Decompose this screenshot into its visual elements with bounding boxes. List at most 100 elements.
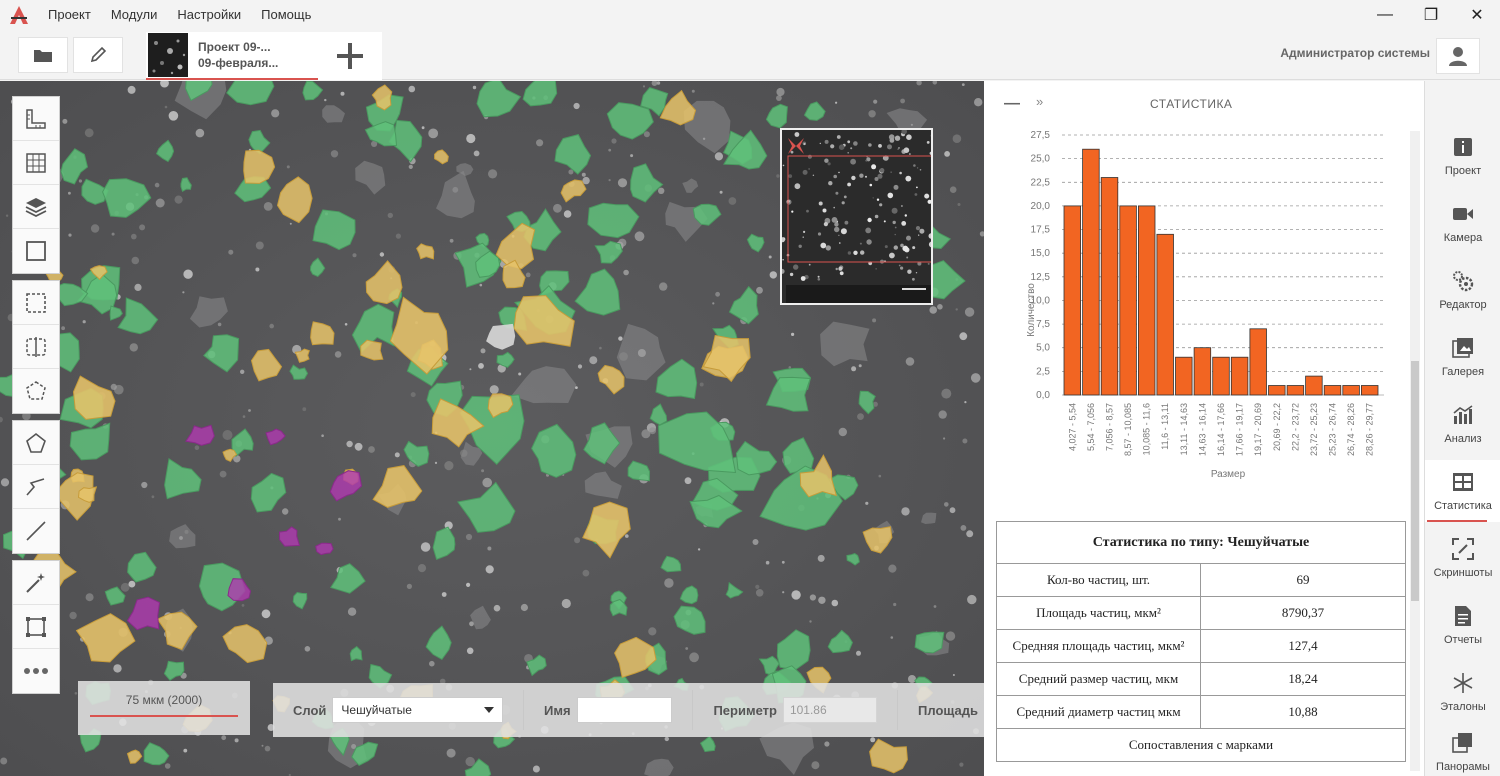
line-tool-button[interactable] (13, 509, 59, 553)
menu-bar: Проект Модули Настройки Помощь — ❐ ✕ (0, 0, 1500, 30)
statistics-header: — » СТАТИСТИКА (984, 81, 1424, 121)
chart-x-tick-label: 17,66 - 19,17 (1235, 403, 1245, 456)
chart-y-tick-label: 12,5 (1031, 272, 1051, 283)
particle-properties-bar: Слой Чешуйчатые Имя Периметр 101.86 Площ… (273, 683, 984, 737)
standards-asterisk-icon (1453, 673, 1473, 693)
pentagon-tool-button[interactable] (13, 421, 59, 465)
nav-label: Статистика (1434, 500, 1492, 512)
magic-wand-tool-button[interactable] (13, 561, 59, 605)
dashed-rect-select-icon (26, 292, 46, 313)
polygon-select-tool-button[interactable] (13, 369, 59, 413)
perimeter-field: 101.86 (782, 697, 878, 723)
folder-icon (34, 50, 52, 62)
project-tab-title: Проект 09-... (198, 40, 271, 54)
table-row: Средняя площадь частиц, мкм² 127,4 (996, 629, 1406, 663)
chart-bar (1342, 385, 1360, 396)
table-row: Средний диаметр частиц мкм 10,88 (996, 695, 1406, 729)
ruler-tool-button[interactable] (13, 97, 59, 141)
split-select-tool-button[interactable] (13, 325, 59, 369)
menu-modules[interactable]: Модули (101, 0, 168, 30)
add-project-button[interactable] (318, 32, 382, 80)
statistics-table: Статистика по типу: Чешуйчатые Кол-во ча… (996, 521, 1406, 762)
chart-bar (1193, 347, 1212, 396)
name-input[interactable] (576, 697, 673, 723)
nav-label: Эталоны (1440, 701, 1486, 713)
chart-x-tick-label: 13,11 - 14,63 (1179, 403, 1189, 455)
chart-x-tick-label: 26,74 - 28,26 (1346, 403, 1356, 456)
table-cell-value: 10,88 (1200, 695, 1406, 729)
statistics-scrollbar-thumb[interactable] (1411, 361, 1419, 601)
rect-select-tool-button[interactable] (13, 281, 59, 325)
layer-select[interactable]: Чешуйчатые (332, 697, 504, 723)
nav-gallery[interactable]: Галерея (1425, 326, 1500, 388)
close-button[interactable]: ✕ (1454, 0, 1500, 30)
name-label: Имя (544, 702, 571, 718)
line-icon (26, 521, 46, 541)
nav-label: Камера (1443, 232, 1483, 244)
chart-x-tick-label: 19,17 - 20,69 (1253, 403, 1263, 456)
menu-help[interactable]: Помощь (251, 0, 321, 30)
expand-panel-button[interactable]: » (1036, 94, 1043, 109)
layers-icon (25, 197, 47, 217)
nav-reports[interactable]: Отчеты (1425, 594, 1500, 656)
chart-x-tick-label: 11,6 - 13,11 (1160, 403, 1170, 450)
project-tab[interactable]: Проект 09-... 09-февраля... (146, 32, 318, 80)
scale-label: 75 мкм (2000) (125, 693, 203, 707)
table-cell-label: Кол-во частиц, шт. (996, 563, 1201, 597)
chart-bar (1082, 148, 1100, 396)
chart-y-tick-label: 15,0 (1031, 248, 1051, 259)
edit-button[interactable] (73, 37, 123, 73)
chart-y-tick-label: 25,0 (1031, 154, 1051, 165)
more-tools-button[interactable] (13, 649, 59, 693)
maximize-button[interactable]: ❐ (1408, 0, 1454, 30)
collapse-panel-button[interactable]: — (1004, 95, 1020, 113)
report-icon (1455, 606, 1471, 626)
nav-screenshots[interactable]: Скриншоты (1425, 527, 1500, 589)
polyline-tool-button[interactable] (13, 465, 59, 509)
menu-project[interactable]: Проект (38, 0, 101, 30)
statistics-panel: — » СТАТИСТИКА 0,0 2,5 5,0 7,5 10,0 12,5 15,0 1… (984, 81, 1424, 776)
layers-tool-button[interactable] (13, 185, 59, 229)
table-cell-label: Средний размер частиц, мкм (996, 662, 1201, 696)
toolbar: Проект 09-... 09-февраля... Администрато… (0, 30, 1500, 80)
open-folder-button[interactable] (18, 37, 68, 73)
table-cell-value: 8790,37 (1200, 596, 1406, 630)
nav-standards[interactable]: Эталоны (1425, 661, 1500, 723)
chart-bar (1156, 233, 1174, 396)
split-select-icon (26, 336, 46, 357)
menu-settings[interactable]: Настройки (167, 0, 251, 30)
chart-x-tick-label: 20,69 - 22,2 (1272, 403, 1282, 451)
editor-gears-icon (1453, 271, 1474, 292)
square-icon (26, 241, 46, 261)
screenshot-icon (1452, 538, 1474, 560)
frame-tool-button[interactable] (13, 605, 59, 649)
chart-x-tick-label: 23,72 - 25,23 (1309, 403, 1319, 456)
user-name: Администратор системы (1280, 46, 1430, 60)
chart-x-tick-label: 25,23 - 26,74 (1328, 403, 1338, 456)
nav-panoramas[interactable]: Панорамы (1425, 721, 1500, 776)
nav-editor[interactable]: Редактор (1425, 259, 1500, 321)
chart-y-tick-label: 20,0 (1031, 201, 1051, 212)
chart-x-tick-label: 16,14 - 17,66 (1216, 403, 1226, 456)
app-logo-icon (10, 6, 28, 24)
ruler-icon (26, 108, 46, 129)
layer-select-value: Чешуйчатые (341, 703, 412, 717)
minimap[interactable] (780, 128, 933, 305)
window-controls: — ❐ ✕ (1362, 0, 1500, 30)
rectangle-tool-button[interactable] (13, 229, 59, 273)
nav-project[interactable]: Проект (1425, 125, 1500, 187)
nav-statistics[interactable]: Статистика (1425, 460, 1500, 522)
nav-analysis[interactable]: Анализ (1425, 393, 1500, 455)
chart-x-tick-label: 14,63 - 16,14 (1197, 403, 1207, 456)
nav-camera[interactable]: Камера (1425, 192, 1500, 254)
chart-y-tick-label: 5,0 (1036, 343, 1050, 354)
chart-bar (1305, 375, 1323, 396)
dropdown-arrow-icon (484, 707, 495, 713)
chart-x-tick-label: 4,027 - 5,54 (1067, 403, 1077, 451)
grid-tool-button[interactable] (13, 141, 59, 185)
panorama-icon (1452, 733, 1472, 753)
user-avatar-button[interactable] (1436, 38, 1480, 74)
statistics-scrollbar[interactable] (1410, 131, 1420, 771)
table-cell-value: 69 (1200, 563, 1406, 597)
minimize-button[interactable]: — (1362, 0, 1408, 30)
